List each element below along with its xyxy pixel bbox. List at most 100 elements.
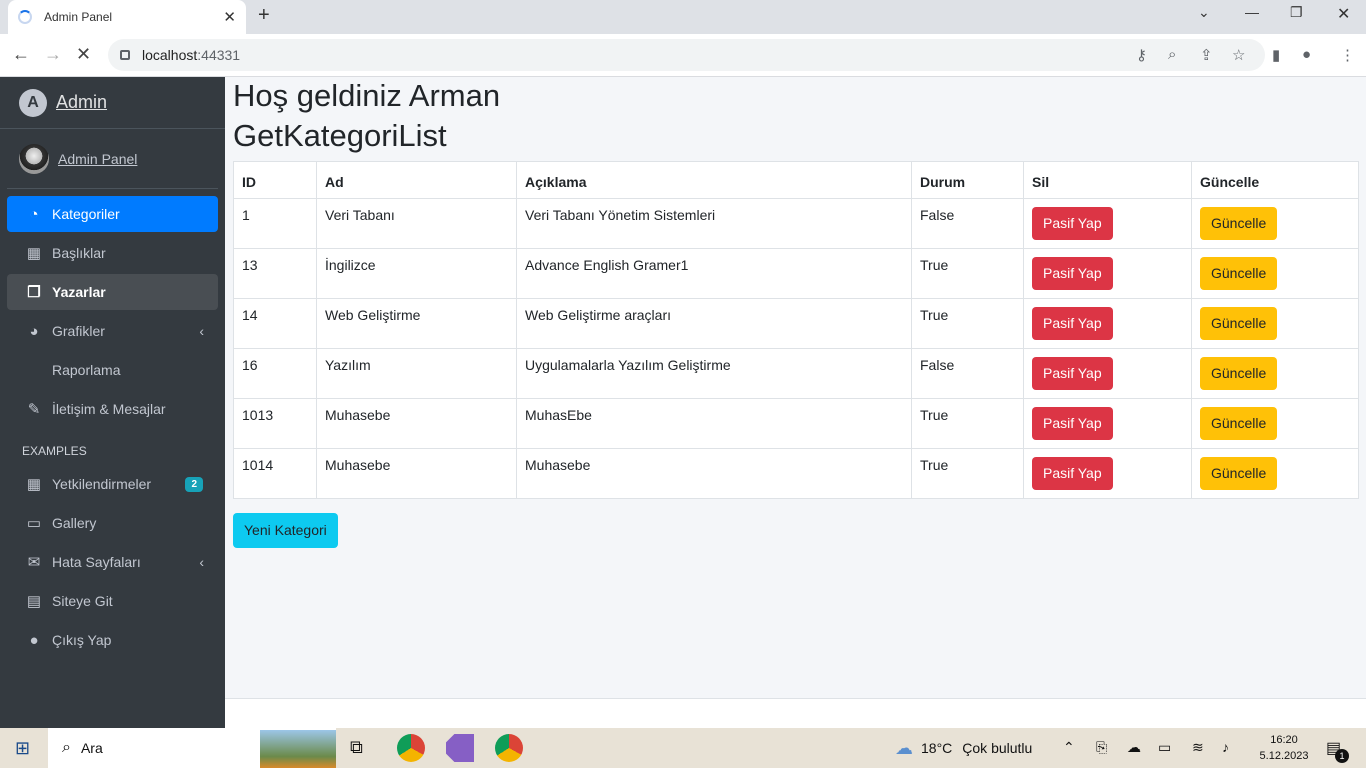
bookmark-star-icon[interactable]: ☆ (1232, 46, 1245, 64)
cell-id: 1013 (233, 398, 317, 449)
cell-ad: İngilizce (316, 248, 517, 299)
minimize-icon[interactable]: — (1245, 4, 1259, 20)
cell-sil: Pasif Yap (1023, 348, 1192, 399)
guncelle-button[interactable]: Güncelle (1200, 207, 1278, 240)
cell-id: 1014 (233, 448, 317, 499)
chevron-up-icon[interactable]: ⌃ (1063, 739, 1075, 756)
wifi-icon[interactable]: ≋ (1192, 739, 1204, 756)
sidebar-item-siteye-git[interactable]: ▤ Siteye Git (7, 583, 218, 619)
windows-start-icon[interactable]: ⊞ (15, 738, 30, 759)
sidebar-item-label: Siteye Git (52, 593, 113, 609)
brand-logo: A (19, 88, 47, 117)
sidebar-item-basliklar[interactable]: ▦ Başlıklar (7, 235, 218, 271)
menu-icon[interactable]: ⋮ (1340, 46, 1355, 64)
taskbar-search[interactable]: ⌕ Ara (48, 728, 336, 768)
sidebar-item-label: Yazarlar (52, 284, 106, 300)
sidebar-item-kategoriler[interactable]: ◔ Kategoriler (7, 196, 218, 232)
key-icon[interactable]: ⚷ (1136, 46, 1147, 64)
chevron-left-icon: ‹ (199, 323, 204, 339)
windows-taskbar: ⊞ ⌕ Ara ⧉ ☁ 18°C Çok bulutlu ⌃ ⎘ ☁ ▭ ≋ ♪… (0, 728, 1366, 768)
sidebar-item-cikis-yap[interactable]: ● Çıkış Yap (7, 622, 218, 658)
zoom-icon[interactable]: ⌕ (1168, 46, 1176, 63)
sidebar-item-label: Gallery (52, 515, 97, 531)
cell-aciklama: Muhasebe (516, 448, 912, 499)
weather-temp: 18°C (921, 740, 953, 756)
pasif-yap-button[interactable]: Pasif Yap (1032, 357, 1113, 390)
edit-icon: ✎ (27, 401, 41, 418)
profile-icon[interactable]: ● (1302, 46, 1311, 63)
weather-widget[interactable]: ☁ 18°C Çok bulutlu (895, 728, 1032, 768)
pasif-yap-button[interactable]: Pasif Yap (1032, 457, 1113, 490)
chrome-app-icon-active[interactable] (495, 734, 523, 762)
sidebar-item-label: Hata Sayfaları (52, 554, 141, 570)
meet-icon[interactable]: ⎘ (1096, 739, 1107, 756)
close-window-icon[interactable]: ✕ (1337, 4, 1350, 24)
guncelle-button[interactable]: Güncelle (1200, 407, 1278, 440)
browser-toolbar: ← → ✕ localhost:44331 ⚷ ⌕ ⇪ ☆ ▮ ● ⋮ (0, 34, 1366, 77)
search-highlight-image (260, 730, 336, 768)
loading-spinner-icon (18, 10, 32, 24)
pasif-yap-button[interactable]: Pasif Yap (1032, 257, 1113, 290)
copy-icon: ❐ (27, 284, 41, 301)
pasif-yap-button[interactable]: Pasif Yap (1032, 307, 1113, 340)
close-tab-icon[interactable]: ✕ (223, 8, 236, 26)
footer (225, 698, 1366, 728)
table-row: 16 Yazılım Uygulamalarla Yazılım Gelişti… (233, 348, 1359, 399)
sidebar-item-grafikler[interactable]: ◕ Grafikler ‹ (7, 313, 218, 349)
envelope-icon: ✉ (27, 554, 41, 571)
search-placeholder: Ara (80, 740, 103, 756)
sidebar-item-raporlama[interactable]: Raporlama (7, 352, 218, 388)
sidebar-item-label: Kategoriler (52, 206, 120, 222)
cell-durum: True (911, 398, 1024, 449)
cell-id: 16 (233, 348, 317, 399)
stop-loading-icon[interactable]: ✕ (76, 44, 91, 65)
guncelle-button[interactable]: Güncelle (1200, 307, 1278, 340)
cell-sil: Pasif Yap (1023, 198, 1192, 249)
column-header-ad: Ad (316, 161, 517, 199)
cell-durum: True (911, 448, 1024, 499)
cell-ad: Muhasebe (316, 448, 517, 499)
forward-icon[interactable]: → (44, 44, 62, 65)
tab-search-icon[interactable]: ⌄ (1198, 4, 1210, 21)
yeni-kategori-button[interactable]: Yeni Kategori (233, 513, 338, 548)
browser-tab[interactable]: Admin Panel ✕ (8, 0, 246, 34)
pasif-yap-button[interactable]: Pasif Yap (1032, 207, 1113, 240)
cell-guncelle: Güncelle (1191, 248, 1359, 299)
table-row: 1013 Muhasebe MuhasEbe True Pasif Yap Gü… (233, 398, 1359, 449)
dashboard-icon: ◔ (29, 205, 39, 223)
guncelle-button[interactable]: Güncelle (1200, 457, 1278, 490)
share-icon[interactable]: ⇪ (1200, 46, 1213, 64)
back-icon[interactable]: ← (12, 44, 30, 65)
task-view-icon[interactable]: ⧉ (350, 737, 363, 758)
sidebar-item-label: İletişim & Mesajlar (52, 401, 166, 417)
visual-studio-icon[interactable] (446, 734, 474, 762)
new-tab-icon[interactable]: + (258, 4, 270, 27)
sidebar-item-hata-sayfalari[interactable]: ✉ Hata Sayfaları ‹ (7, 544, 218, 580)
cell-ad: Web Geliştirme (316, 298, 517, 349)
user-panel[interactable]: Admin Panel (7, 129, 218, 189)
maximize-icon[interactable]: ❐ (1290, 4, 1303, 21)
clock-date: 5.12.2023 (1259, 750, 1309, 762)
volume-icon[interactable]: ♪ (1222, 739, 1229, 755)
chrome-app-icon[interactable] (397, 734, 425, 762)
guncelle-button[interactable]: Güncelle (1200, 357, 1278, 390)
side-panel-icon[interactable]: ▮ (1272, 46, 1280, 64)
table-header-row: ID Ad Açıklama Durum Sil Güncelle (233, 161, 1359, 199)
sidebar-item-yetkilendirmeler[interactable]: ▦ Yetkilendirmeler 2 (7, 466, 218, 502)
nav-header: EXAMPLES (22, 444, 87, 458)
table-row: 14 Web Geliştirme Web Geliştirme araçlar… (233, 298, 1359, 349)
address-bar[interactable]: localhost:44331 (108, 39, 1265, 71)
brand-link[interactable]: A Admin (0, 77, 225, 129)
column-header-aciklama: Açıklama (516, 161, 912, 199)
pasif-yap-button[interactable]: Pasif Yap (1032, 407, 1113, 440)
cell-id: 1 (233, 198, 317, 249)
guncelle-button[interactable]: Güncelle (1200, 257, 1278, 290)
sidebar-item-yazarlar[interactable]: ❐ Yazarlar (7, 274, 218, 310)
url-host: localhost (142, 47, 198, 63)
sidebar: A Admin Admin Panel ◔ Kategoriler ▦ Başl… (0, 77, 225, 728)
battery-icon[interactable]: ▭ (1158, 739, 1171, 756)
clock[interactable]: 16:20 5.12.2023 (1254, 732, 1314, 764)
onedrive-icon[interactable]: ☁ (1127, 739, 1141, 756)
sidebar-item-gallery[interactable]: ▭ Gallery (7, 505, 218, 541)
sidebar-item-iletisim[interactable]: ✎ İletişim & Mesajlar (7, 391, 218, 427)
